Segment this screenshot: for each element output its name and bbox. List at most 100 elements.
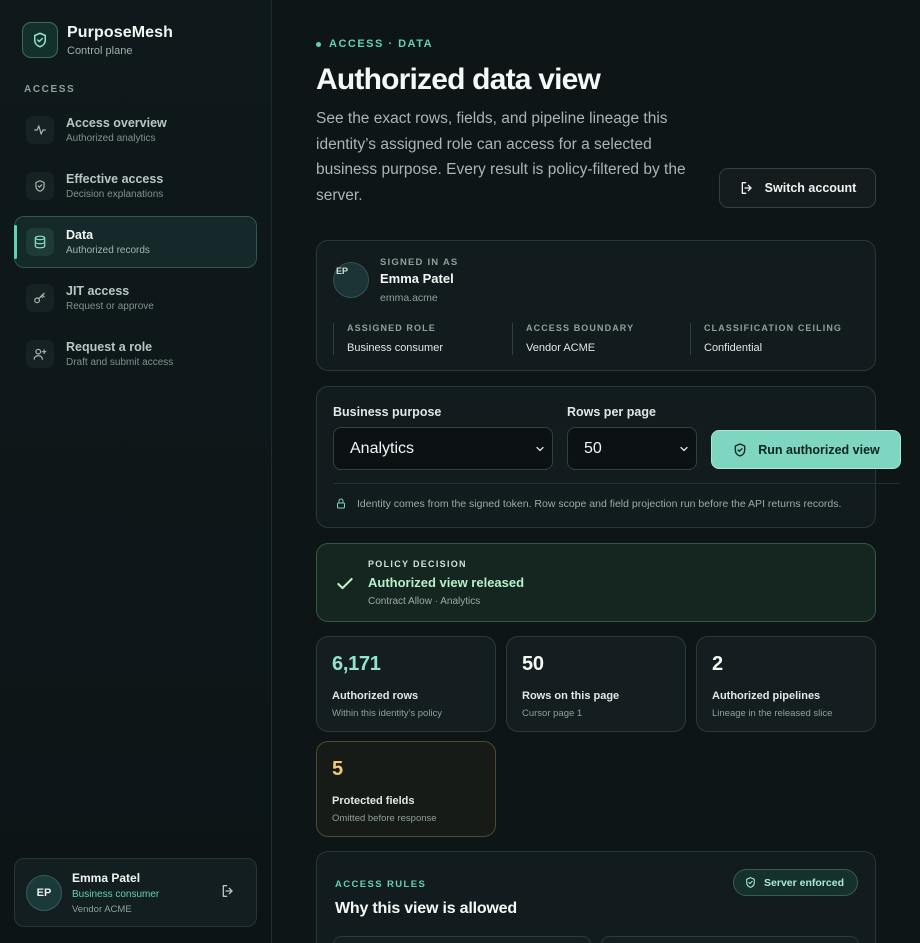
activity-icon [26, 116, 54, 144]
policy-title: Authorized view released [368, 575, 525, 590]
attribute-key: CLASSIFICATION CEILING [704, 323, 843, 333]
eyebrow-dot [316, 41, 321, 47]
logout-icon[interactable] [220, 883, 236, 904]
key-icon [26, 284, 54, 312]
purpose-select-value: Analytics [350, 439, 415, 457]
rows-per-page-value: 50 [584, 439, 602, 457]
stat-sub: Omitted before response [332, 813, 437, 824]
sidebar-item-sub: Decision explanations [66, 189, 164, 200]
sidebar-item-sub: Authorized records [66, 245, 150, 256]
shield-check-icon [734, 442, 746, 457]
check-icon [337, 577, 353, 590]
brand-name: PurposeMesh [67, 23, 174, 41]
stat-sub: Within this identity's policy [332, 708, 443, 719]
user-org: Vendor ACME [72, 903, 132, 915]
current-user-card[interactable]: EP Emma Patel Business consumer Vendor A… [14, 858, 257, 927]
signed-in-label: SIGNED IN AS [380, 257, 459, 268]
page-eyebrow: ACCESS · DATA [316, 38, 433, 50]
policy-decision-card: POLICY DECISION Authorized view released… [316, 543, 876, 622]
divider [333, 483, 900, 484]
identity-card: EP SIGNED IN AS Emma Patel emma.acme ASS… [316, 240, 876, 371]
shield-check-icon [746, 877, 755, 888]
stat-sub: Lineage in the released slice [712, 708, 833, 719]
sidebar-item-sub: Draft and submit access [66, 357, 174, 368]
run-authorized-view-button[interactable]: Run authorized view [711, 430, 901, 469]
attribute-assigned-role: ASSIGNED ROLE Business consumer [333, 323, 443, 355]
sidebar-item-request-role[interactable]: Request a role Draft and submit access [14, 328, 257, 380]
query-note: Identity comes from the signed token. Ro… [335, 497, 841, 510]
query-note-text: Identity comes from the signed token. Ro… [357, 497, 842, 510]
sidebar-item-label: Request a role [66, 340, 153, 354]
purpose-label: Business purpose [333, 405, 442, 419]
sidebar-item-sub: Authorized analytics [66, 133, 156, 144]
chevron-down-icon [536, 446, 544, 452]
run-button-label: Run authorized view [758, 442, 880, 457]
attribute-value: Confidential [704, 342, 763, 354]
stat-value: 5 [332, 758, 343, 780]
stat-label: Protected fields [332, 795, 415, 807]
purpose-select[interactable]: Analytics [333, 427, 553, 470]
stat-sub: Cursor page 1 [522, 708, 583, 719]
rule-card [333, 936, 591, 943]
switch-account-label: Switch account [764, 181, 857, 195]
chevron-down-icon [680, 446, 688, 452]
rows-per-page-label: Rows per page [567, 405, 656, 419]
identity-email: emma.acme [380, 292, 438, 304]
identity-name: Emma Patel [380, 271, 454, 286]
attribute-access-boundary: ACCESS BOUNDARY Vendor ACME [512, 323, 634, 355]
policy-sub: Contract Allow · Analytics [368, 596, 481, 607]
stat-value: 2 [712, 653, 723, 675]
main-content: ACCESS · DATA Authorized data view See t… [272, 0, 920, 943]
sidebar-item-label: Effective access [66, 172, 164, 186]
brand-subtitle: Control plane [67, 44, 133, 57]
sidebar-item-access-overview[interactable]: Access overview Authorized analytics [14, 104, 257, 156]
sidebar-item-label: Access overview [66, 116, 167, 130]
query-card: Business purpose Analytics Rows per page… [316, 386, 901, 528]
rows-per-page-select[interactable]: 50 [567, 427, 697, 470]
sidebar-item-data[interactable]: Data Authorized records [14, 216, 257, 268]
sidebar-item-label: JIT access [66, 284, 130, 298]
policy-label: POLICY DECISION [368, 559, 467, 569]
server-enforced-badge: Server enforced [733, 869, 858, 896]
user-name: Emma Patel [72, 870, 141, 885]
access-rules-card: ACCESS RULES Why this view is allowed Se… [316, 851, 876, 943]
avatar: EP [26, 874, 62, 911]
attribute-value: Vendor ACME [526, 342, 596, 354]
shield-check-icon [22, 22, 58, 58]
switch-account-button[interactable]: Switch account [719, 168, 876, 208]
user-plus-icon [26, 340, 54, 368]
sidebar-item-effective-access[interactable]: Effective access Decision explanations [14, 160, 257, 212]
database-icon [26, 228, 54, 256]
rules-eyebrow: ACCESS RULES [335, 879, 427, 890]
stat-protected-fields: 5 Protected fields Omitted before respon… [316, 741, 496, 837]
eyebrow-text: ACCESS · DATA [329, 38, 434, 50]
attribute-classification-ceiling: CLASSIFICATION CEILING Confidential [690, 323, 842, 355]
stat-rows-on-page: 50 Rows on this page Cursor page 1 [506, 636, 686, 732]
stat-label: Rows on this page [522, 690, 620, 702]
sidebar-nav: Access overview Authorized analytics Eff… [14, 104, 257, 384]
sidebar-item-jit-access[interactable]: JIT access Request or approve [14, 272, 257, 324]
stat-value: 6,171 [332, 653, 381, 675]
shield-check-icon [26, 172, 54, 200]
user-role: Business consumer [72, 888, 160, 900]
page-title: Authorized data view [316, 63, 601, 96]
lock-icon [337, 498, 345, 509]
stat-authorized-rows: 6,171 Authorized rows Within this identi… [316, 636, 496, 732]
sidebar-item-label: Data [66, 228, 94, 242]
attribute-value: Business consumer [347, 342, 443, 354]
badge-label: Server enforced [764, 876, 844, 889]
stat-label: Authorized rows [332, 690, 419, 702]
stat-label: Authorized pipelines [712, 690, 821, 702]
page-description: See the exact rows, fields, and pipeline… [316, 110, 686, 204]
nav-section-label: ACCESS [24, 84, 76, 95]
rules-title: Why this view is allowed [335, 900, 517, 917]
logout-icon [741, 182, 752, 194]
attribute-key: ACCESS BOUNDARY [526, 323, 635, 333]
sidebar-item-sub: Request or approve [66, 301, 154, 312]
stat-authorized-pipelines: 2 Authorized pipelines Lineage in the re… [696, 636, 876, 732]
brand[interactable]: PurposeMesh Control plane [22, 22, 173, 58]
stat-value: 50 [522, 653, 544, 675]
attribute-key: ASSIGNED ROLE [347, 323, 436, 333]
rule-card [601, 936, 859, 943]
sidebar: PurposeMesh Control plane ACCESS Access … [0, 0, 272, 943]
